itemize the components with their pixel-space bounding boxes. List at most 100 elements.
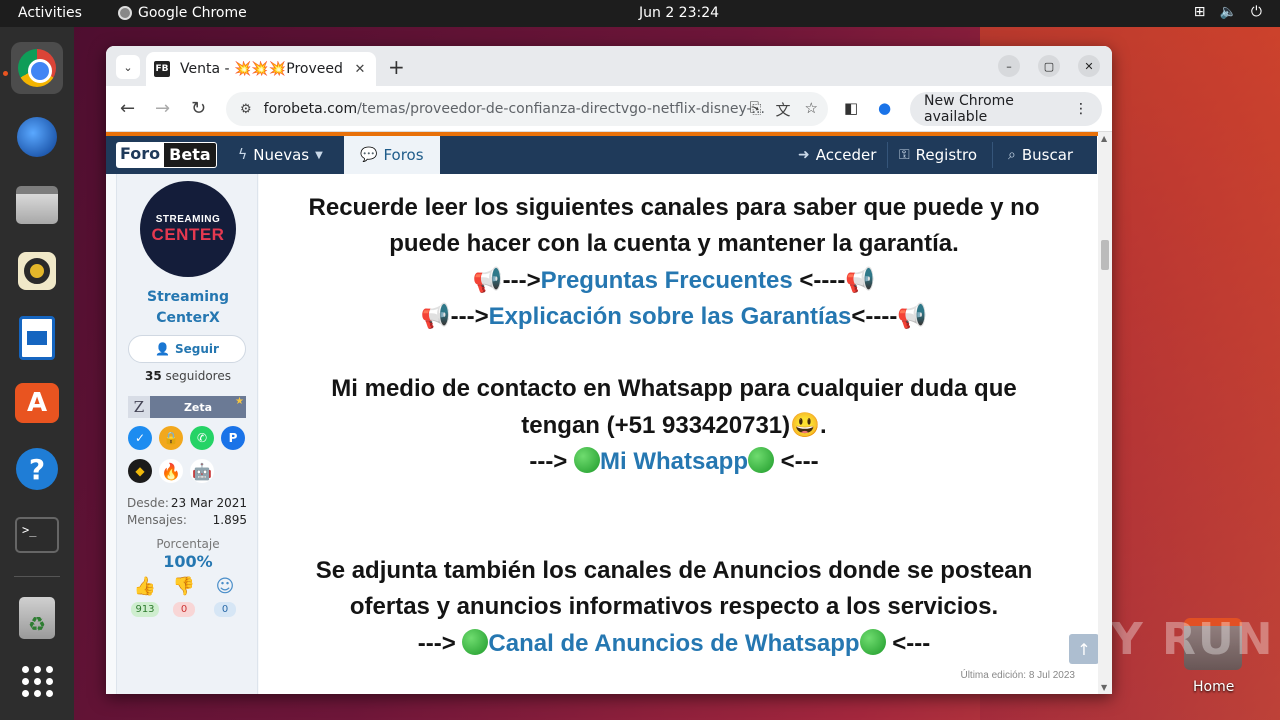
dock-files[interactable] xyxy=(11,179,63,231)
canal-anuncios-link[interactable]: Canal de Anuncios de Whatsapp xyxy=(488,630,859,657)
side-panel-icon[interactable]: ◧ xyxy=(844,99,858,117)
minimize-button[interactable]: – xyxy=(998,55,1020,77)
terminal-icon: >_ xyxy=(15,517,59,553)
site-info-icon[interactable]: ⚙ xyxy=(240,102,252,117)
robot-badge-icon: 🤖 xyxy=(190,459,214,483)
green-circle-icon xyxy=(574,447,600,473)
post-line: 📢--->Preguntas Frecuentes <----📢 xyxy=(472,267,876,294)
new-chrome-available-button[interactable]: New Chrome available ⋮ xyxy=(910,92,1102,126)
star-icon: ★ xyxy=(235,396,244,407)
scroll-up-icon[interactable]: ▲ xyxy=(1101,134,1107,143)
install-icon[interactable]: ⎘ xyxy=(750,99,762,120)
caret-down-icon: ▼ xyxy=(315,149,323,161)
binance-badge-icon: ◆ xyxy=(128,459,152,483)
translate-icon[interactable]: 文 xyxy=(776,99,791,120)
help-icon: ? xyxy=(16,448,58,490)
follow-button[interactable]: 👤 Seguir xyxy=(128,335,246,363)
smile-icon: ☺ xyxy=(215,576,235,597)
favicon: FB xyxy=(154,61,170,77)
close-window-button[interactable]: ✕ xyxy=(1078,55,1100,77)
reaction-like: 👍 913 xyxy=(130,577,160,617)
dock-software[interactable]: A xyxy=(11,377,63,429)
nav-nuevas[interactable]: ϟ Nuevas ▼ xyxy=(236,136,325,174)
user-rank-banner: Z Zeta ★ xyxy=(128,396,246,418)
paypal-badge-icon: P xyxy=(221,426,245,450)
dock-trash[interactable]: ♻ xyxy=(11,592,63,644)
scroll-to-top-button[interactable]: ↑ xyxy=(1069,634,1099,664)
dock-help[interactable]: ? xyxy=(11,443,63,495)
address-bar[interactable]: ⚙ forobeta.com /temas/proveedor-de-confi… xyxy=(226,92,828,126)
active-tab[interactable]: FB Venta - 💥💥💥Proveed ✕ xyxy=(146,52,376,86)
post-line: 📢--->Explicación sobre las Garantías<---… xyxy=(420,303,928,330)
dock-terminal[interactable]: >_ xyxy=(11,509,63,561)
tab-close-icon[interactable]: ✕ xyxy=(352,62,368,77)
nav-buscar[interactable]: ⌕ Buscar xyxy=(1008,136,1073,174)
back-icon[interactable]: ← xyxy=(120,98,135,119)
thumbs-up-icon: 👍 xyxy=(133,576,157,597)
activities-button[interactable]: Activities xyxy=(18,5,82,21)
new-tab-button[interactable]: + xyxy=(388,55,405,79)
verified-badge-icon: ✓ xyxy=(128,426,152,450)
post-line: tengan (+51 933420731)😃. xyxy=(521,412,827,439)
garantias-link[interactable]: Explicación sobre las Garantías xyxy=(489,303,852,330)
post-line: Se adjunta también los canales de Anunci… xyxy=(315,557,1033,584)
arrow-up-icon: ↑ xyxy=(1077,639,1091,659)
username-link[interactable]: Streaming CenterX xyxy=(117,287,259,329)
mi-whatsapp-link[interactable]: Mi Whatsapp xyxy=(600,448,748,475)
thunderbird-icon xyxy=(17,117,57,157)
post-line: Recuerde leer los siguientes canales par… xyxy=(308,194,1040,221)
post-line: Mi medio de contacto en Whatsapp para cu… xyxy=(331,375,1017,402)
nav-acceder[interactable]: ➜ Acceder xyxy=(798,136,876,174)
system-tray[interactable]: ⊞ 🔈 ⏻ xyxy=(1194,4,1262,20)
followers-count: 35 seguidores xyxy=(145,369,231,383)
post-body: Recuerde leer los siguientes canales par… xyxy=(259,174,1099,694)
clock[interactable]: Jun 2 23:24 xyxy=(639,5,719,21)
forobeta-logo[interactable]: Foro Beta xyxy=(116,142,217,168)
badge-row: ◆ 🔥 🤖 xyxy=(128,459,248,483)
user-plus-icon: 👤 xyxy=(155,342,170,356)
page-scrollbar[interactable]: ▲ ▼ xyxy=(1098,132,1112,694)
green-circle-icon xyxy=(859,629,886,655)
reload-icon[interactable]: ↻ xyxy=(191,98,206,119)
scroll-down-icon[interactable]: ▼ xyxy=(1101,683,1107,692)
forward-icon[interactable]: → xyxy=(155,98,170,119)
omnibox-actions: ⎘ 文 ☆ xyxy=(750,99,818,120)
home-label[interactable]: Home xyxy=(1193,679,1234,695)
maximize-button[interactable]: ▢ xyxy=(1038,55,1060,77)
chrome-window: ⌄ FB Venta - 💥💥💥Proveed ✕ + – ▢ ✕ ← → ↻ … xyxy=(106,46,1112,694)
porcentaje-value: 100% xyxy=(163,552,213,571)
green-circle-icon xyxy=(462,629,489,655)
new-chrome-label: New Chrome available xyxy=(924,93,1014,125)
dock: A ? >_ ♻ xyxy=(0,27,74,720)
preguntas-frecuentes-link[interactable]: Preguntas Frecuentes xyxy=(541,267,793,294)
tab-title: Venta - 💥💥💥Proveed xyxy=(180,61,343,77)
dock-thunderbird[interactable] xyxy=(11,111,63,163)
comments-icon: 💬 xyxy=(360,147,378,163)
nav-registro[interactable]: ⚿ Registro xyxy=(899,136,977,174)
last-edit-note: Última edición: 8 Jul 2023 xyxy=(960,670,1075,681)
tab-search-button[interactable]: ⌄ xyxy=(116,55,140,79)
dock-separator xyxy=(14,576,60,577)
profile-icon[interactable]: ● xyxy=(878,99,891,117)
badge-row: ✓ 🔒 ✆ P xyxy=(128,426,248,450)
dock-writer[interactable] xyxy=(11,312,63,364)
more-menu-icon[interactable]: ⋮ xyxy=(1074,101,1088,117)
post-line: ---> Mi Whatsapp <--- xyxy=(529,447,819,475)
bookmark-star-icon[interactable]: ☆ xyxy=(805,99,818,120)
avatar[interactable]: STREAMING CENTER xyxy=(140,181,236,277)
chrome-small-icon xyxy=(118,6,132,20)
page-viewport: Foro Beta ϟ Nuevas ▼ 💬 Foros ➜ Acceder ⚿… xyxy=(106,132,1112,694)
app-grid-icon xyxy=(21,665,53,697)
dock-chrome[interactable] xyxy=(11,42,63,94)
chevron-down-icon: ⌄ xyxy=(123,60,133,74)
nav-foros[interactable]: 💬 Foros xyxy=(344,136,440,174)
dock-rhythmbox[interactable] xyxy=(11,245,63,297)
app-menu[interactable]: Google Chrome xyxy=(118,5,247,21)
browser-toolbar: ← → ↻ ⚙ forobeta.com /temas/proveedor-de… xyxy=(106,86,1112,132)
scrollbar-thumb[interactable] xyxy=(1101,240,1109,270)
search-icon: ⌕ xyxy=(1008,147,1016,163)
forum-navbar: Foro Beta ϟ Nuevas ▼ 💬 Foros ➜ Acceder ⚿… xyxy=(106,136,1097,174)
url-path: /temas/proveedor-de-confianza-directvgo-… xyxy=(357,101,765,117)
dock-show-apps[interactable] xyxy=(11,655,63,707)
sign-in-icon: ➜ xyxy=(798,147,810,163)
